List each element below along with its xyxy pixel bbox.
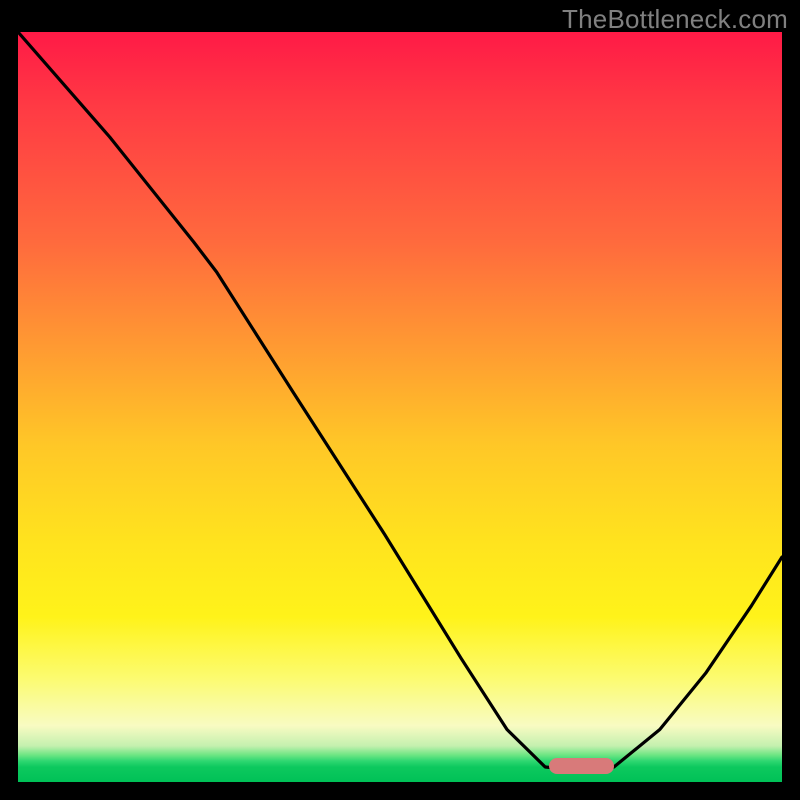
bottleneck-curve — [18, 32, 782, 782]
optimal-range-marker — [549, 758, 614, 774]
curve-path — [18, 32, 782, 771]
plot-area — [18, 32, 782, 782]
watermark-text: TheBottleneck.com — [562, 4, 788, 35]
chart-container: TheBottleneck.com — [0, 0, 800, 800]
